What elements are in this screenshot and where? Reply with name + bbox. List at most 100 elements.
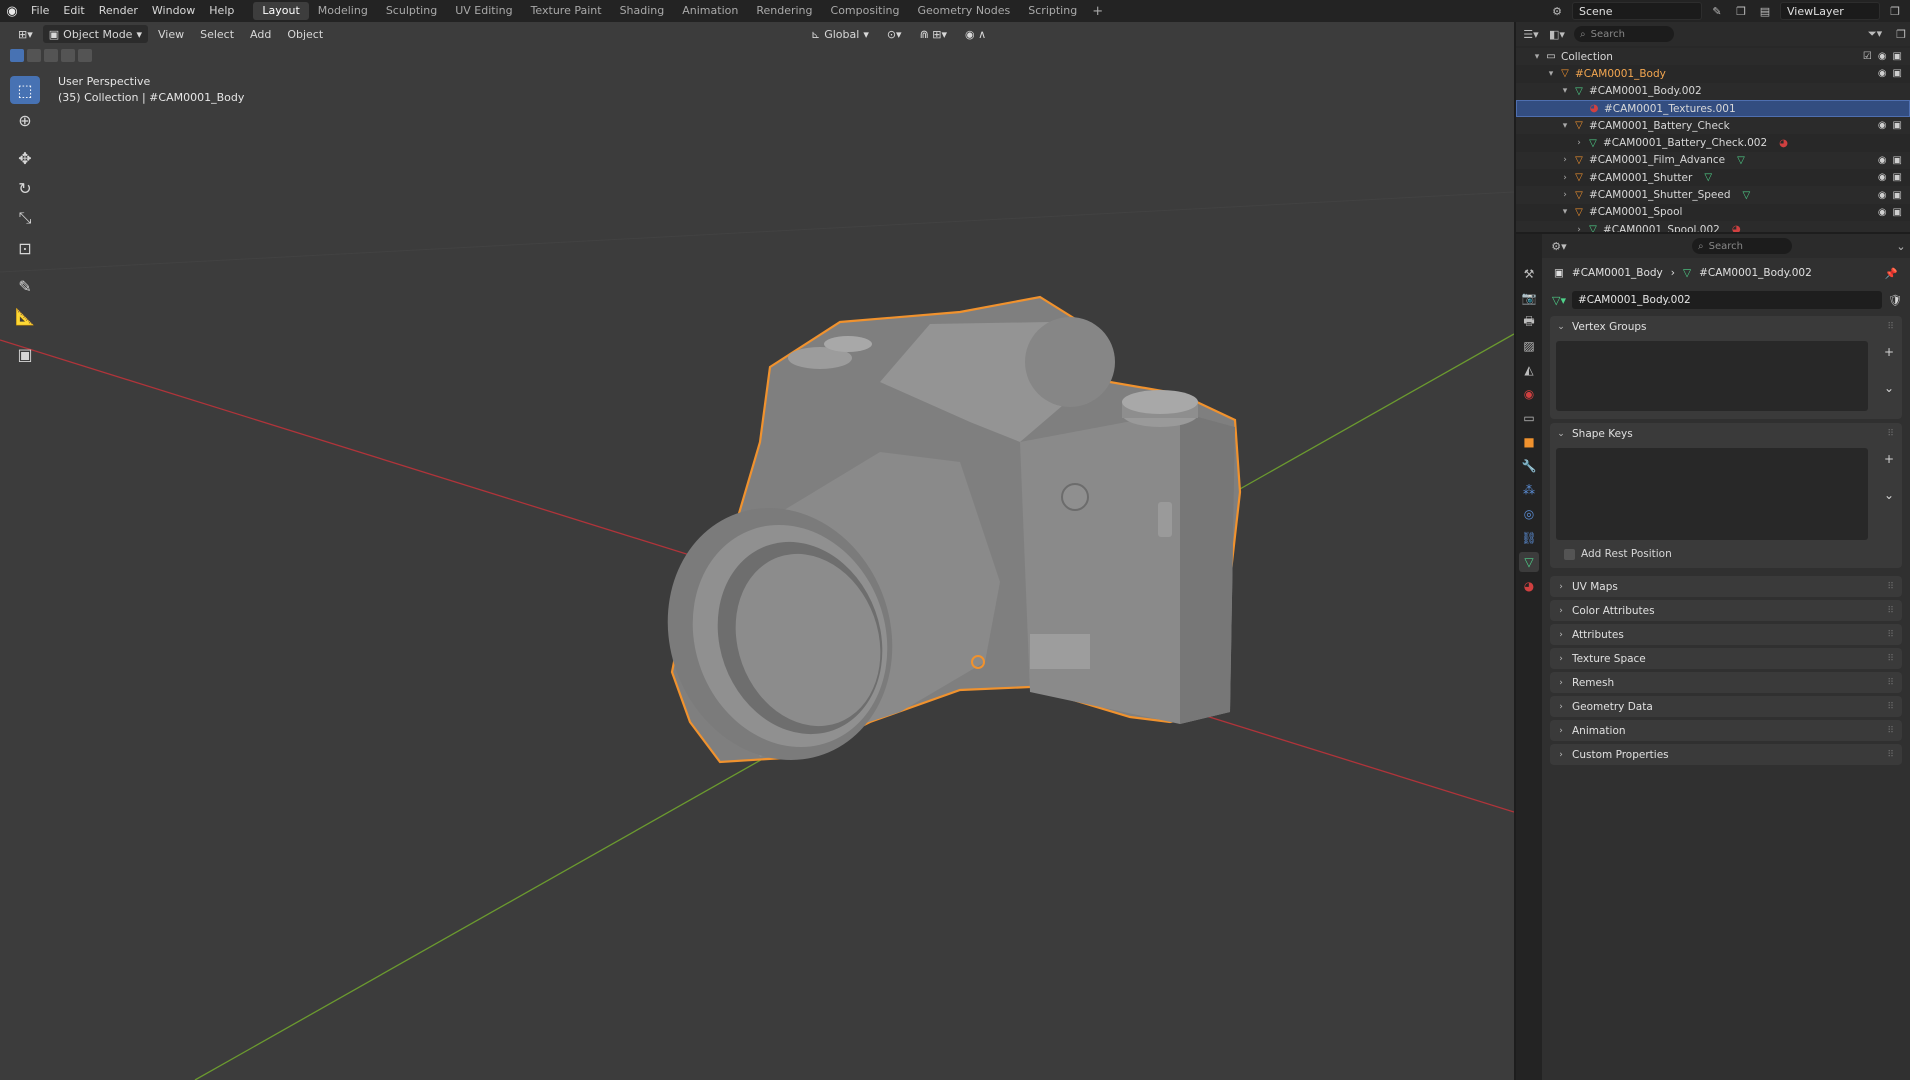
- add-workspace-button[interactable]: +: [1086, 4, 1109, 19]
- measure-icon[interactable]: 📐: [10, 302, 40, 330]
- pivot-icon[interactable]: ⊙▾: [881, 25, 908, 43]
- shape-keys-list[interactable]: [1556, 448, 1868, 540]
- render-camera-icon[interactable]: ▣: [1893, 120, 1902, 131]
- world-tab-icon[interactable]: ◉: [1519, 384, 1539, 404]
- expand-arrow-icon[interactable]: ▾: [1530, 52, 1544, 62]
- vertex-groups-header[interactable]: ⌄ Vertex Groups ⠿: [1550, 316, 1902, 337]
- orientation-selector[interactable]: ⊾ Global ▾: [805, 25, 875, 43]
- 3d-viewport[interactable]: ⊞▾ ▣ Object Mode ▾ View Select Add Objec…: [0, 22, 1514, 1080]
- drag-handle-icon[interactable]: ⠿: [1887, 322, 1894, 332]
- editor-type-icon[interactable]: ☰▾: [1522, 25, 1540, 43]
- eye-icon[interactable]: ◉: [1878, 120, 1887, 131]
- drag-handle-icon[interactable]: ⠿: [1887, 429, 1894, 439]
- menu-select[interactable]: Select: [194, 25, 240, 43]
- outliner-row[interactable]: › ▽ #CAM0001_Battery_Check.002 ◕: [1516, 134, 1910, 151]
- tab-sculpting[interactable]: Sculpting: [377, 2, 446, 20]
- expand-arrow-icon[interactable]: ▾: [1558, 207, 1572, 217]
- outliner-row[interactable]: › ▽ #CAM0001_Shutter ▽ ◉ ▣: [1516, 169, 1910, 186]
- collection-tab-icon[interactable]: ▭: [1519, 408, 1539, 428]
- tab-uv-editing[interactable]: UV Editing: [446, 2, 521, 20]
- camera-model[interactable]: [633, 295, 1242, 792]
- output-tab-icon[interactable]: 🖶: [1519, 312, 1539, 332]
- drag-handle-icon[interactable]: ⠿: [1887, 630, 1894, 640]
- menu-file[interactable]: File: [24, 0, 56, 22]
- filter-icon[interactable]: ⏷▾: [1866, 25, 1884, 43]
- new-view-layer-icon[interactable]: ❐: [1886, 2, 1904, 20]
- display-mode-icon[interactable]: ◧▾: [1548, 25, 1566, 43]
- select-invert-icon[interactable]: [61, 49, 75, 62]
- fake-user-icon[interactable]: 🛡: [1888, 294, 1902, 307]
- drag-handle-icon[interactable]: ⠿: [1887, 582, 1894, 592]
- new-collection-icon[interactable]: ❐: [1892, 25, 1910, 43]
- exclude-checkbox-icon[interactable]: ☑: [1863, 51, 1872, 62]
- specials-menu-icon[interactable]: ⌄: [1884, 488, 1894, 502]
- expand-arrow-icon[interactable]: ▾: [1558, 121, 1572, 131]
- eye-icon[interactable]: ◉: [1878, 155, 1887, 166]
- mesh-data-tab-icon[interactable]: ▽: [1519, 552, 1539, 572]
- render-tab-icon[interactable]: 📷: [1519, 288, 1539, 308]
- select-box-icon[interactable]: ⬚: [10, 76, 40, 104]
- scale-icon[interactable]: ⤡: [10, 204, 40, 232]
- outliner-row[interactable]: ▾ ▭ Collection ☑ ◉ ▣: [1516, 48, 1910, 66]
- panel-uv-maps[interactable]: › UV Maps ⠿: [1550, 576, 1902, 597]
- tab-modeling[interactable]: Modeling: [309, 2, 377, 20]
- object-tab-icon[interactable]: ■: [1519, 432, 1539, 452]
- scene-tab-icon[interactable]: ◭: [1519, 360, 1539, 380]
- chevron-down-icon[interactable]: ⌄: [1892, 237, 1910, 255]
- view-layer-selector[interactable]: ViewLayer: [1780, 2, 1880, 20]
- menu-help[interactable]: Help: [202, 0, 241, 22]
- specials-menu-icon[interactable]: ⌄: [1884, 381, 1894, 395]
- scene-selector[interactable]: Scene: [1572, 2, 1702, 20]
- outliner-row[interactable]: ▾ ▽ #CAM0001_Body.002: [1516, 82, 1910, 100]
- scene-icon[interactable]: ⚙: [1548, 2, 1566, 20]
- select-extend-icon[interactable]: [27, 49, 41, 62]
- menu-view[interactable]: View: [152, 25, 190, 43]
- outliner-row[interactable]: ▾ ▽ #CAM0001_Battery_Check ◉ ▣: [1516, 117, 1910, 135]
- panel-animation[interactable]: › Animation ⠿: [1550, 720, 1902, 741]
- viewport-scene[interactable]: [0, 22, 1514, 1080]
- tool-tab-icon[interactable]: ⚒: [1519, 264, 1539, 284]
- eye-icon[interactable]: ◉: [1878, 190, 1887, 201]
- tab-scripting[interactable]: Scripting: [1019, 2, 1086, 20]
- drag-handle-icon[interactable]: ⠿: [1887, 678, 1894, 688]
- new-scene-icon[interactable]: ❐: [1732, 2, 1750, 20]
- constraints-tab-icon[interactable]: ⛓: [1519, 528, 1539, 548]
- menu-window[interactable]: Window: [145, 0, 202, 22]
- editor-type-icon[interactable]: ⚙▾: [1550, 237, 1568, 255]
- view-layer-tab-icon[interactable]: ▨: [1519, 336, 1539, 356]
- panel-attributes[interactable]: › Attributes ⠿: [1550, 624, 1902, 645]
- outliner-row[interactable]: › ▽ #CAM0001_Shutter_Speed ▽ ◉ ▣: [1516, 186, 1910, 204]
- render-camera-icon[interactable]: ▣: [1893, 68, 1902, 79]
- render-camera-icon[interactable]: ▣: [1893, 155, 1902, 166]
- mode-selector[interactable]: ▣ Object Mode ▾: [42, 25, 148, 43]
- tab-compositing[interactable]: Compositing: [822, 2, 909, 20]
- shape-keys-header[interactable]: ⌄ Shape Keys ⠿: [1550, 423, 1902, 444]
- tab-rendering[interactable]: Rendering: [747, 2, 821, 20]
- outliner-row[interactable]: › ▽ #CAM0001_Film_Advance ▽ ◉ ▣: [1516, 151, 1910, 170]
- eye-icon[interactable]: ◉: [1878, 207, 1887, 218]
- render-camera-icon[interactable]: ▣: [1893, 51, 1902, 62]
- material-tab-icon[interactable]: ◕: [1519, 576, 1539, 596]
- move-icon[interactable]: ✥: [10, 144, 40, 172]
- tab-animation[interactable]: Animation: [673, 2, 747, 20]
- modifier-tab-icon[interactable]: 🔧: [1519, 456, 1539, 476]
- outliner-row[interactable]: › ▽ #CAM0001_Spool.002 ◕: [1516, 220, 1910, 232]
- drag-handle-icon[interactable]: ⠿: [1887, 726, 1894, 736]
- drag-handle-icon[interactable]: ⠿: [1887, 606, 1894, 616]
- outliner-row[interactable]: ◕ #CAM0001_Textures.001: [1516, 99, 1910, 118]
- pin-icon[interactable]: ✎: [1708, 2, 1726, 20]
- tab-texture-paint[interactable]: Texture Paint: [522, 2, 611, 20]
- menu-edit[interactable]: Edit: [56, 0, 91, 22]
- add-cube-icon[interactable]: ▣: [10, 340, 40, 368]
- add-rest-position-row[interactable]: Add Rest Position: [1550, 544, 1902, 564]
- panel-custom-properties[interactable]: › Custom Properties ⠿: [1550, 744, 1902, 765]
- expand-arrow-icon[interactable]: ›: [1558, 173, 1572, 183]
- panel-texture-space[interactable]: › Texture Space ⠿: [1550, 648, 1902, 669]
- panel-geometry-data[interactable]: › Geometry Data ⠿: [1550, 696, 1902, 717]
- blender-logo-icon[interactable]: ◉: [0, 0, 24, 22]
- select-new-icon[interactable]: [10, 49, 24, 62]
- render-layers-icon[interactable]: ▤: [1756, 2, 1774, 20]
- panel-color-attributes[interactable]: › Color Attributes ⠿: [1550, 600, 1902, 621]
- add-icon[interactable]: +: [1884, 452, 1894, 466]
- eye-icon[interactable]: ◉: [1878, 51, 1887, 62]
